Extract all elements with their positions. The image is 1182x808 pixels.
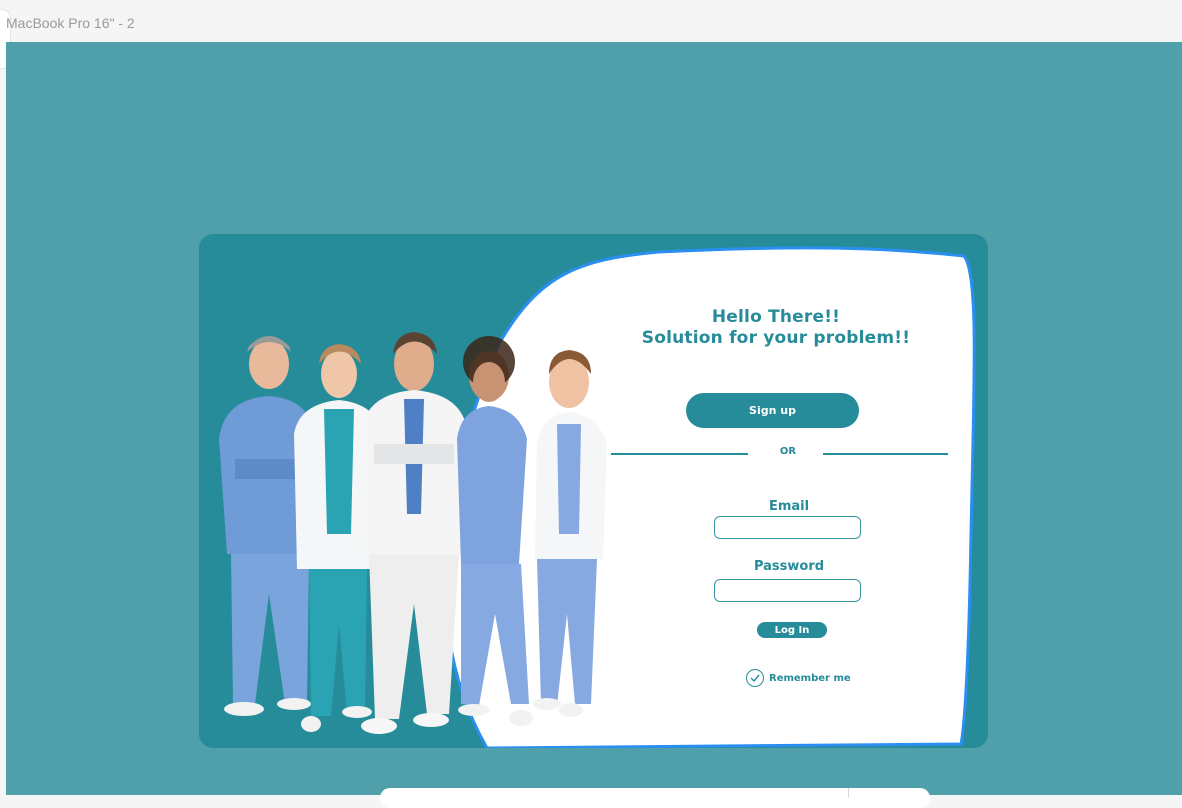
canvas: Hello There!! Solution for your problem!…	[6, 42, 1182, 795]
heading-line-2: Solution for your problem!!	[641, 328, 911, 348]
divider-line-left	[611, 453, 748, 455]
or-divider-text: OR	[779, 446, 797, 457]
remember-me-checkbox[interactable]: Remember me	[746, 667, 851, 689]
divider-line-right	[823, 453, 948, 455]
login-card: Hello There!! Solution for your problem!…	[199, 234, 988, 748]
sign-up-button[interactable]: Sign up	[686, 393, 859, 428]
log-in-button[interactable]: Log In	[757, 622, 827, 638]
check-icon[interactable]	[746, 669, 764, 687]
email-field[interactable]	[714, 516, 861, 539]
frame-label: MacBook Pro 16" - 2	[6, 15, 135, 31]
password-field[interactable]	[714, 579, 861, 602]
email-label: Email	[768, 499, 810, 514]
remember-me-label: Remember me	[769, 672, 851, 684]
heading-line-1: Hello There!!	[711, 307, 841, 327]
password-label: Password	[753, 559, 825, 574]
bottom-toolbar-divider	[848, 788, 849, 798]
